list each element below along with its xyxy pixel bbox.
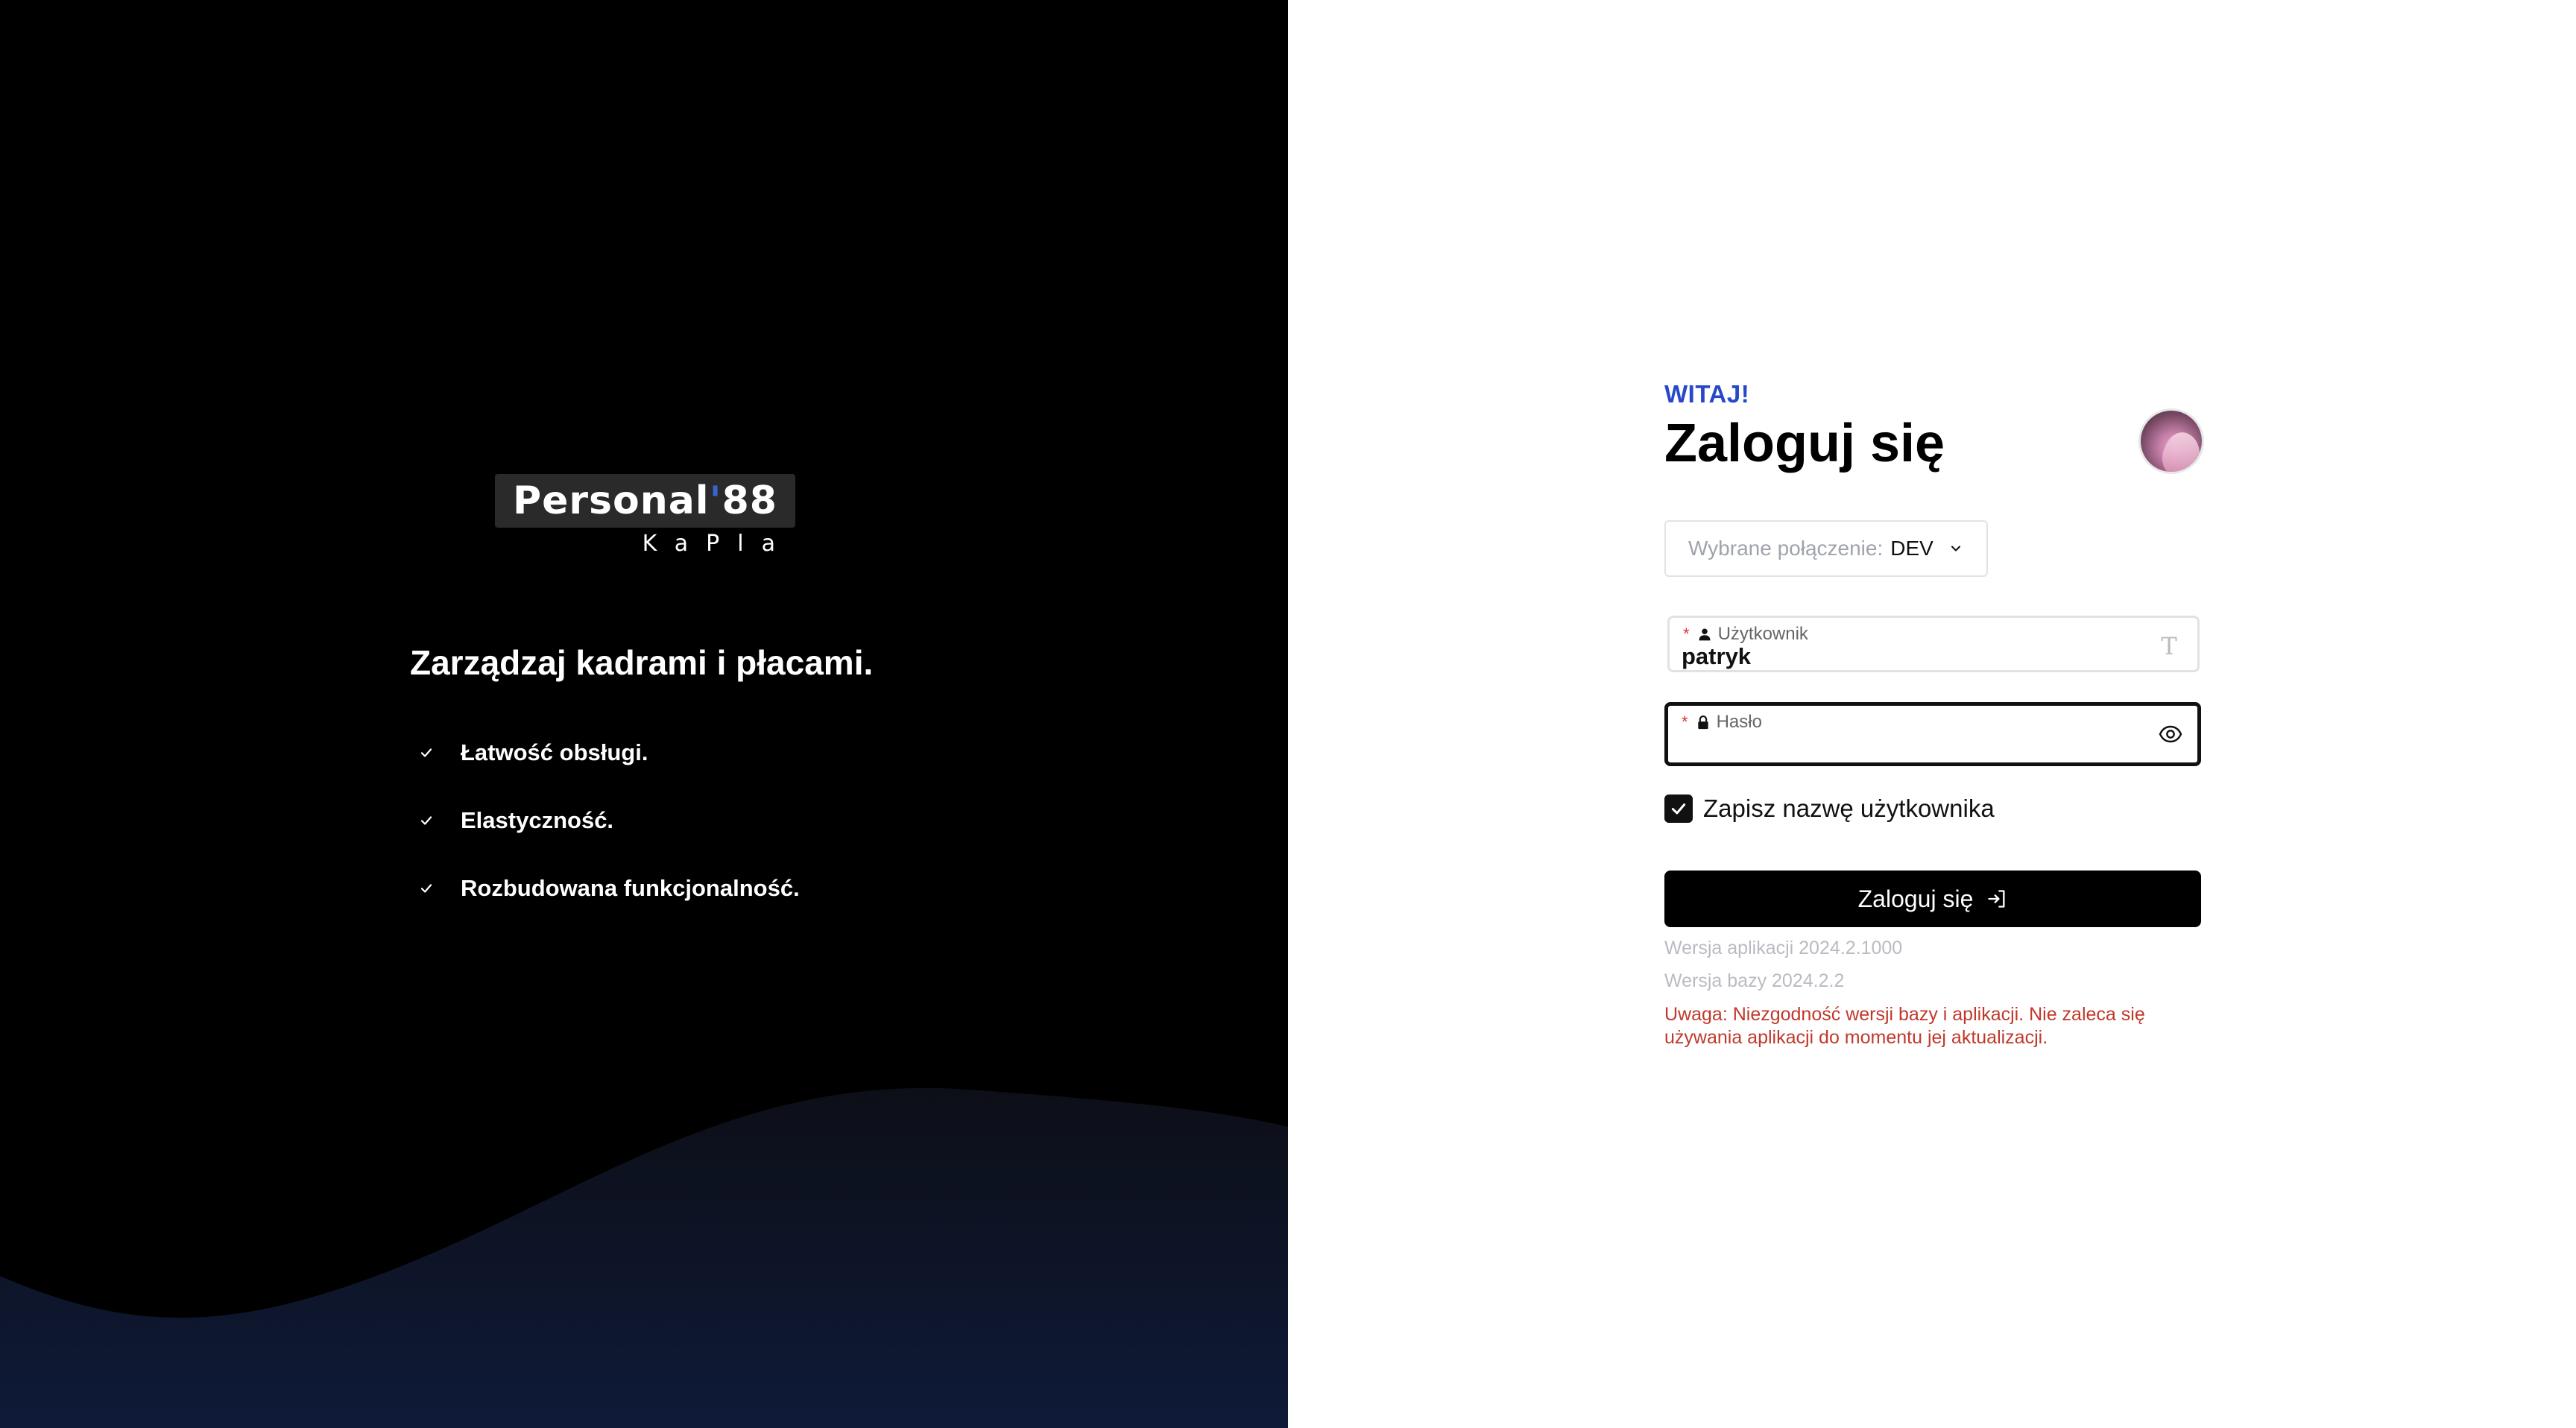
logo-accent: ' (709, 478, 722, 523)
remember-label: Zapisz nazwę użytkownika (1703, 794, 1995, 822)
feature-item: Rozbudowana funkcjonalność. (417, 866, 800, 911)
hero-headline: Zarządzaj kadrami i płacami. (410, 643, 874, 682)
required-marker: * (1682, 713, 1688, 731)
hero-panel: Personal'88 KaPla Zarządzaj kadrami i pł… (0, 0, 1288, 1428)
logo-number: 88 (722, 478, 777, 523)
chevron-down-icon (1948, 541, 1963, 556)
username-label-row: * Użytkownik (1683, 624, 1808, 645)
logo-subtitle: KaPla (642, 531, 793, 557)
login-page: Personal'88 KaPla Zarządzaj kadrami i pł… (0, 0, 2576, 1428)
feature-item: Łatwość obsługi. (417, 730, 800, 775)
check-icon (417, 879, 435, 897)
connection-label: Wybrane połączenie: (1688, 537, 1884, 560)
password-label: Hasło (1716, 712, 1762, 732)
feature-text: Rozbudowana funkcjonalność. (461, 875, 800, 901)
password-label-row: * Hasło (1682, 712, 1762, 733)
version-warning: Uwaga: Niezgodność wersji bazy i aplikac… (1664, 1004, 2145, 1048)
login-button[interactable]: Zaloguj się (1664, 871, 2201, 927)
remember-username[interactable]: Zapisz nazwę użytkownika (1664, 794, 1995, 823)
remember-checkbox[interactable] (1664, 794, 1693, 823)
lock-icon (1696, 715, 1711, 730)
welcome-label: WITAJ! (1664, 380, 1750, 408)
login-panel: WITAJ! Zaloguj się Wybrane połączenie: D… (1288, 0, 2576, 1428)
db-version: Wersja bazy 2024.2.2 (1664, 970, 1845, 991)
app-version: Wersja aplikacji 2024.2.1000 (1664, 938, 1903, 958)
check-icon (417, 812, 435, 830)
connection-selector[interactable]: Wybrane połączenie: DEV (1664, 520, 1988, 577)
page-title: Zaloguj się (1664, 414, 1945, 473)
brand-logo: Personal'88 KaPla (495, 474, 795, 557)
text-cursor-icon: T (2161, 632, 2177, 660)
check-icon (417, 744, 435, 762)
eye-icon[interactable] (2159, 722, 2182, 746)
logo-main: Personal (513, 478, 710, 523)
connection-value: DEV (1890, 537, 1933, 560)
login-icon (1986, 888, 2007, 909)
login-form: WITAJ! Zaloguj się Wybrane połączenie: D… (1664, 373, 2204, 1048)
feature-text: Elastyczność. (461, 807, 614, 833)
required-marker: * (1683, 625, 1690, 643)
username-field[interactable]: * Użytkownik patryk T (1667, 616, 2200, 672)
feature-list: Łatwość obsługi. Elastyczność. Rozbudowa… (417, 730, 800, 934)
wave-background (0, 1087, 1288, 1428)
feature-item: Elastyczność. (417, 798, 800, 843)
password-field[interactable]: * Hasło (1664, 702, 2201, 766)
login-button-label: Zaloguj się (1857, 885, 1974, 912)
person-icon (1697, 627, 1712, 642)
logo-box: Personal'88 (495, 474, 795, 528)
username-value: patryk (1682, 643, 1752, 669)
logo-wordmark: Personal'88 (513, 478, 777, 523)
username-label: Użytkownik (1717, 624, 1808, 644)
avatar[interactable] (2138, 408, 2204, 474)
feature-text: Łatwość obsługi. (461, 739, 648, 765)
